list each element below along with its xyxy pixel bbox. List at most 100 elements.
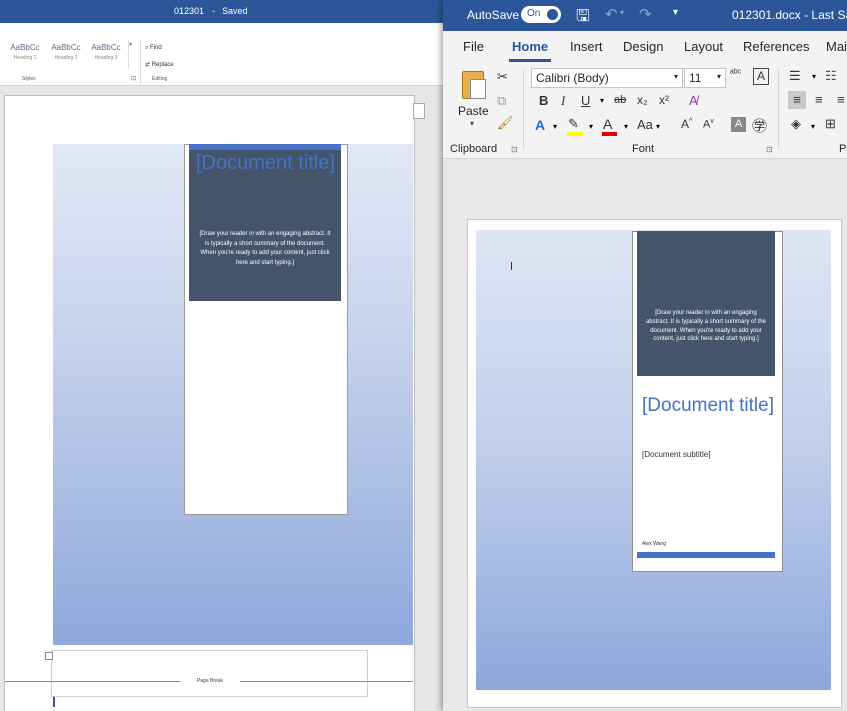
change-case-button[interactable]: Aa <box>637 117 653 132</box>
style-name: Heading 3 <box>94 55 118 61</box>
copy-icon[interactable]: ⧉ <box>497 93 506 109</box>
tab-references[interactable]: References <box>743 39 809 54</box>
clear-formatting-icon[interactable]: A <box>753 68 769 85</box>
customize-toolbar-icon[interactable]: ▾ <box>673 7 678 18</box>
text-effects-icon[interactable]: A̸ <box>689 93 698 108</box>
chevron-down-icon[interactable]: ▾ <box>553 122 557 131</box>
style-sample: AaBbCc <box>51 43 81 52</box>
title-separator: - <box>212 6 215 16</box>
clipboard-dialog-launcher-icon[interactable]: ⊡ <box>511 145 518 154</box>
font-name-value: Calibri (Body) <box>536 71 609 85</box>
group-label-editing: Editing <box>152 76 168 82</box>
text-cursor <box>511 262 512 270</box>
background-title-bar: 012301 - Saved <box>0 0 444 23</box>
style-heading-1[interactable]: AaBbCc Heading 1 <box>5 43 45 61</box>
paste-page-icon <box>470 79 486 99</box>
author-name[interactable]: Alex Wang <box>642 541 777 547</box>
font-color-swatch <box>602 132 617 136</box>
strikethrough-button[interactable]: ab <box>614 94 626 106</box>
home-ribbon: Paste ▾ ✂ ⧉ 🖌 Clipboard ⊡ Calibri (Body)… <box>443 63 847 159</box>
font-color-button[interactable]: A <box>603 116 612 132</box>
align-left-icon[interactable]: ≡ <box>788 91 806 109</box>
align-center-icon[interactable]: ≡ <box>815 92 823 107</box>
numbering-icon[interactable]: ☷ <box>825 68 837 84</box>
layout-options-icon[interactable] <box>413 103 425 119</box>
italic-button[interactable]: I <box>561 93 565 109</box>
highlight-color-swatch <box>567 132 583 136</box>
undo-icon[interactable]: ↶ <box>605 5 618 23</box>
tab-home[interactable]: Home <box>512 39 548 54</box>
align-right-icon[interactable]: ≡ <box>837 92 845 107</box>
styles-dialog-launcher-icon[interactable]: ⊡ <box>131 75 136 82</box>
style-name: Heading 2 <box>54 55 78 61</box>
undo-dropdown-icon[interactable]: ▾ <box>620 8 624 17</box>
document-subtitle-placeholder[interactable]: [Document subtitle] <box>642 450 777 459</box>
enclose-characters-icon[interactable]: ㊫ <box>752 115 767 136</box>
font-dialog-launcher-icon[interactable]: ⊡ <box>766 145 773 154</box>
save-icon[interactable]: 🖫 <box>576 5 590 32</box>
tab-file[interactable]: File <box>463 39 484 54</box>
underline-button[interactable]: U <box>581 93 590 108</box>
font-name-dropdown[interactable]: Calibri (Body) ▾ <box>531 68 683 88</box>
superscript-button[interactable]: x² <box>659 93 669 107</box>
style-sample: AaBbCc <box>10 43 40 52</box>
redo-icon[interactable]: ↷ <box>639 5 652 23</box>
highlight-icon[interactable]: ✎ <box>568 116 579 132</box>
document-title-placeholder[interactable]: [Document title] <box>642 392 777 419</box>
change-case-icon[interactable]: ᵃᵇᶜ <box>730 68 741 79</box>
chevron-down-icon[interactable]: ▾ <box>624 122 628 131</box>
group-label-styles: Styles <box>22 76 36 82</box>
group-divider <box>140 39 141 84</box>
find-button[interactable]: ⌕ Find <box>145 45 162 52</box>
tab-insert[interactable]: Insert <box>570 39 603 54</box>
styles-more-arrow-icon[interactable]: ▾ <box>128 41 137 69</box>
autosave-label: AutoSave <box>467 8 520 22</box>
shrink-font-button[interactable]: Av <box>703 118 714 131</box>
file-name: 012301.docx <box>732 8 801 22</box>
ribbon-tabs: File Home Insert Design Layout Reference… <box>443 31 847 63</box>
autosave-toggle[interactable]: On <box>521 6 561 23</box>
style-sample: AaBbCc <box>91 43 121 52</box>
style-heading-2[interactable]: AaBbCc Heading 2 <box>46 43 86 61</box>
word-window[interactable]: AutoSave On 🖫 ↶ ▾ ↷ ▾ 012301.docx - Last… <box>443 0 847 711</box>
borders-icon[interactable]: ⊞ <box>825 116 836 132</box>
anchor-icon[interactable] <box>45 652 53 660</box>
background-document-title[interactable]: [Document title] <box>196 149 336 178</box>
active-tab-underline <box>509 59 551 62</box>
style-name: Heading 1 <box>13 55 37 61</box>
style-heading-3[interactable]: AaBbCc Heading 3 <box>86 43 126 61</box>
cut-icon[interactable]: ✂ <box>497 69 508 85</box>
abstract-placeholder[interactable]: [Draw your reader in with an engaging ab… <box>643 309 769 344</box>
paste-label: Paste <box>458 104 489 118</box>
bullets-icon[interactable]: ☰ <box>789 68 801 84</box>
paste-dropdown-icon[interactable]: ▾ <box>470 119 474 128</box>
chevron-down-icon[interactable]: ▾ <box>589 122 593 131</box>
chevron-down-icon[interactable]: ▾ <box>656 122 660 131</box>
group-divider <box>778 69 779 149</box>
tab-design[interactable]: Design <box>623 39 663 54</box>
tab-layout[interactable]: Layout <box>684 39 723 54</box>
paste-button[interactable] <box>459 69 489 103</box>
font-size-dropdown[interactable]: 11 ▾ <box>684 68 726 88</box>
group-label-clipboard: Clipboard <box>450 143 498 155</box>
shading-icon[interactable]: ◈ <box>791 116 801 132</box>
format-painter-icon[interactable]: 🖌 <box>497 115 514 131</box>
chevron-down-icon: ▾ <box>716 72 721 81</box>
title-separator: - <box>804 8 809 22</box>
bold-button[interactable]: B <box>539 93 548 108</box>
subscript-button[interactable]: x₂ <box>637 93 648 107</box>
replace-label: Replace <box>151 62 174 68</box>
cover-card-header <box>637 231 775 376</box>
text-effects-button[interactable]: A <box>535 117 545 133</box>
character-shading-icon[interactable]: A <box>731 117 746 132</box>
background-word-window[interactable]: 012301 - Saved AaBbCc Heading 1 AaBbCc H… <box>0 0 444 711</box>
window-title: 012301.docx - Last Sa <box>732 8 847 22</box>
chevron-down-icon[interactable]: ▾ <box>811 122 815 131</box>
accent-bar <box>637 552 775 558</box>
tab-mailings[interactable]: Mai <box>826 39 847 54</box>
background-abstract[interactable]: [Draw your reader in with an engaging ab… <box>198 230 332 268</box>
replace-button[interactable]: ⇄ Replace <box>145 61 174 68</box>
underline-dropdown-icon[interactable]: ▾ <box>600 96 604 105</box>
grow-font-button[interactable]: A^ <box>681 117 692 131</box>
chevron-down-icon[interactable]: ▾ <box>812 72 816 81</box>
